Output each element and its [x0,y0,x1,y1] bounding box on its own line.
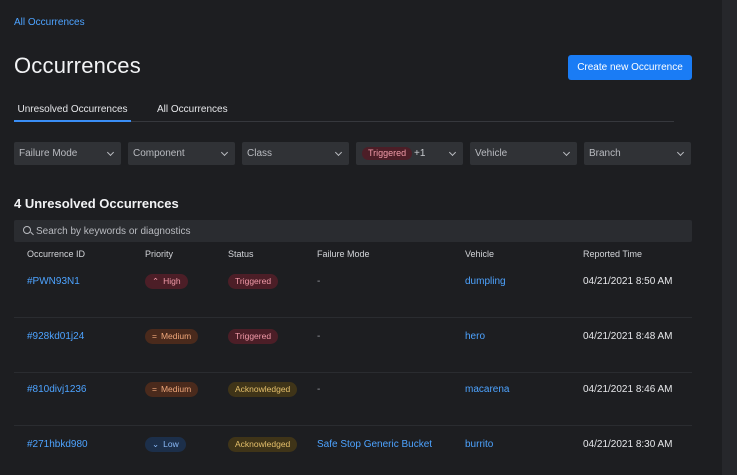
chevron-down-icon [448,148,457,157]
failure-mode-value: - [317,384,321,395]
priority-badge: ⌃ High [145,274,188,289]
table-row[interactable]: #PWN93N1 ⌃ High Triggered - dumpling 04/2… [14,264,692,318]
column-header-status: Status [228,249,254,259]
vehicle-link[interactable]: macarena [465,384,509,395]
table-row[interactable]: #271hbkd980 ⌄ Low Acknowledged Safe Stop … [14,427,692,475]
status-filter-chip: Triggered [362,147,413,160]
search-input[interactable] [36,220,676,242]
status-badge: Acknowledged [228,382,298,397]
chevron-down-icon [106,148,115,157]
table-header: Occurrence ID Priority Status Failure Mo… [14,244,692,264]
chevron-down-icon [334,148,343,157]
reported-time: 04/21/2021 8:46 AM [583,384,673,395]
chevron-up-icon: ⌃ [152,276,160,286]
status-badge: Triggered [228,274,279,289]
priority-label: High [163,276,181,286]
status-badge: Acknowledged [228,437,298,452]
breadcrumb-all-occurrences[interactable]: All Occurrences [14,17,85,28]
priority-label: Medium [160,384,192,394]
vehicle-link[interactable]: dumpling [465,276,506,287]
equals-icon: = [152,331,157,341]
equals-icon: = [152,384,157,394]
app-window: All Occurrences Occurrences Create new O… [0,0,722,475]
class-filter-label: Class [247,148,273,159]
status-badge: Triggered [228,329,279,344]
tab-all-occurrences[interactable]: All Occurrences [157,98,229,122]
component-filter[interactable]: Component [128,142,235,165]
vehicle-link[interactable]: hero [465,331,485,342]
chevron-down-icon [562,148,571,157]
occurrence-id-link[interactable]: #271hbkd980 [27,439,88,450]
component-filter-label: Component [133,148,185,159]
vehicle-link[interactable]: burrito [465,439,493,450]
status-filter-extra-count: +1 [414,148,426,159]
occurrence-id-link[interactable]: #810divj1236 [27,384,87,395]
tab-unresolved-occurrences[interactable]: Unresolved Occurrences [14,98,131,122]
priority-badge: = Medium [145,329,199,344]
page-title: Occurrences [14,53,141,78]
priority-badge: ⌄ Low [145,437,186,452]
table-row[interactable]: #928kd01j24 = Medium Triggered - hero 04/… [14,319,692,373]
column-header-priority: Priority [145,249,174,259]
failure-mode-value: - [317,331,321,342]
branch-filter-label: Branch [589,148,621,159]
chevron-down-icon [676,148,685,157]
failure-mode-filter-label: Failure Mode [19,148,78,159]
section-title: 4 Unresolved Occurrences [14,196,179,211]
column-header-failure-mode: Failure Mode [317,249,370,259]
search-bar [14,220,692,242]
window-edge [722,0,737,475]
occurrence-id-link[interactable]: #928kd01j24 [27,331,84,342]
priority-label: Medium [160,331,192,341]
column-header-vehicle: Vehicle [465,249,495,259]
column-header-occurrence-id: Occurrence ID [27,249,86,259]
failure-mode-filter[interactable]: Failure Mode [14,142,121,165]
search-icon [23,226,31,234]
failure-mode-link[interactable]: Safe Stop Generic Bucket [317,439,432,450]
tab-bar: Unresolved Occurrences All Occurrences [14,98,674,122]
chevron-down-icon [220,148,229,157]
priority-badge: = Medium [145,382,199,397]
reported-time: 04/21/2021 8:30 AM [583,439,673,450]
table-row[interactable]: #810divj1236 = Medium Acknowledged - maca… [14,372,692,426]
reported-time: 04/21/2021 8:50 AM [583,276,673,287]
occurrence-id-link[interactable]: #PWN93N1 [27,276,80,287]
vehicle-filter-label: Vehicle [475,148,508,159]
chevron-down-icon: ⌄ [152,439,160,449]
priority-label: Low [163,439,179,449]
status-filter[interactable]: Triggered +1 [356,142,463,165]
failure-mode-value: - [317,276,321,287]
vehicle-filter[interactable]: Vehicle [470,142,577,165]
branch-filter[interactable]: Branch [584,142,691,165]
create-occurrence-button[interactable]: Create new Occurrence [568,55,692,80]
class-filter[interactable]: Class [242,142,349,165]
reported-time: 04/21/2021 8:48 AM [583,331,673,342]
column-header-reported-time: Reported Time [583,249,643,259]
